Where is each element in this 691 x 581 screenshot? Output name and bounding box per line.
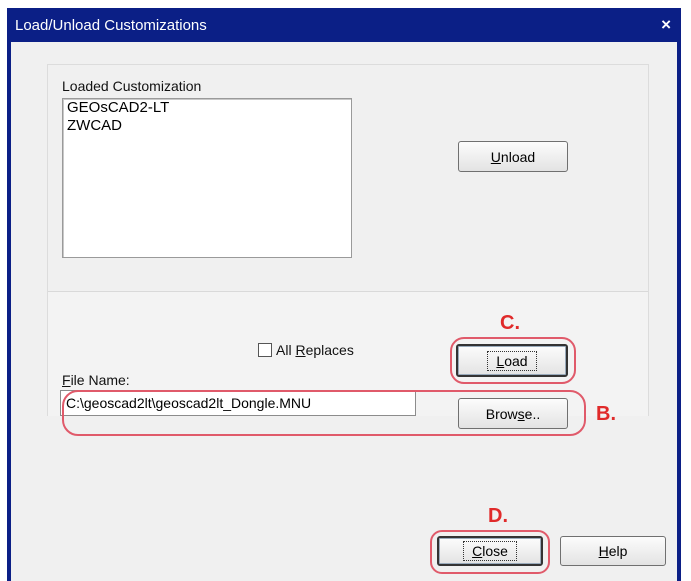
unload-button-label: Unload: [490, 148, 536, 165]
all-replaces-label[interactable]: All Replaces: [276, 342, 354, 358]
loaded-customization-list[interactable]: GEOsCAD2-LT ZWCAD: [62, 98, 352, 258]
annotation-label-d: D.: [488, 505, 508, 527]
annotation-ring-load: [450, 337, 576, 384]
annotation-label-c: C.: [500, 312, 520, 334]
list-item[interactable]: ZWCAD: [63, 117, 351, 135]
file-name-label: File Name:: [62, 372, 130, 388]
annotation-label-b: B.: [596, 403, 616, 425]
loaded-customization-label: Loaded Customization: [62, 78, 202, 94]
help-button[interactable]: Help: [560, 536, 666, 566]
annotation-ring-browse: [62, 390, 586, 436]
unload-button[interactable]: Unload: [458, 141, 568, 172]
list-item[interactable]: GEOsCAD2-LT: [63, 99, 351, 117]
close-icon[interactable]: ×: [661, 15, 671, 35]
help-button-label: Help: [598, 543, 628, 559]
all-replaces-checkbox[interactable]: [258, 343, 272, 357]
annotation-ring-close: [430, 530, 550, 574]
window-title: Load/Unload Customizations: [15, 17, 207, 34]
title-bar[interactable]: Load/Unload Customizations ×: [7, 8, 681, 42]
